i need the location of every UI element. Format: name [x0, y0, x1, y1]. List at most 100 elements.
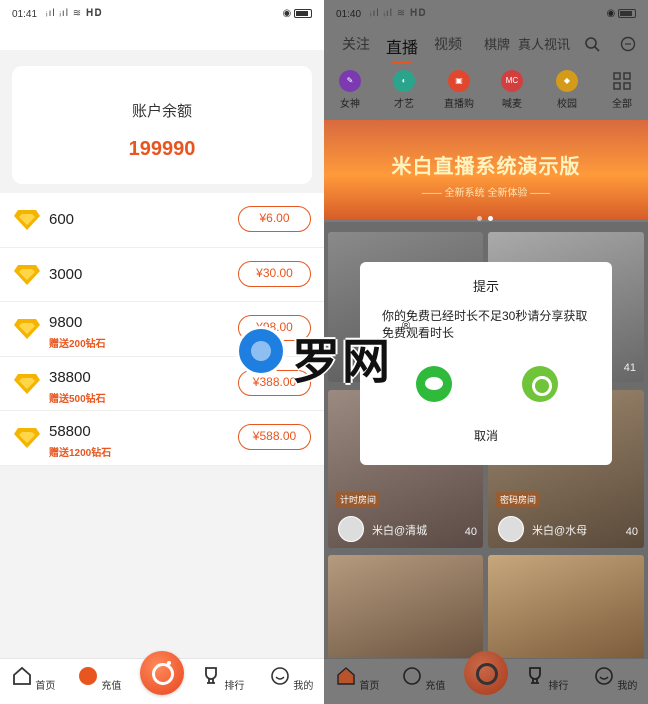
price-button[interactable]: ¥588.00 — [238, 424, 311, 450]
shop-icon: ▣ — [448, 70, 470, 92]
bonus-text: 赠送200钻石 — [49, 339, 106, 350]
grid-icon — [613, 72, 631, 90]
battery-icon: ◉ — [606, 8, 636, 19]
wechat-share-button[interactable] — [416, 366, 452, 402]
mc-icon: MC — [501, 70, 523, 92]
tab-ranking[interactable]: 排行 — [197, 665, 247, 692]
smile-icon — [270, 667, 289, 685]
cancel-button[interactable]: 取消 — [360, 427, 612, 444]
trophy-icon — [528, 667, 541, 684]
message-icon[interactable] — [620, 36, 636, 52]
diamond-amount: 9800 — [49, 314, 83, 331]
streamer-name: 米白@水母 — [532, 525, 588, 537]
tab-chess[interactable]: 棋牌 — [484, 34, 510, 53]
watermark-text: 罗网 — [292, 334, 393, 390]
diamond-icon — [14, 319, 40, 339]
stream-card[interactable] — [488, 555, 644, 660]
tab-recharge[interactable]: 充值 — [74, 665, 124, 692]
category-label: 喊麦 — [502, 99, 522, 110]
status-bar: 01:41 ᵢıl ᵢıl ≋ 𝐇𝐃 ◉ — [0, 0, 324, 30]
battery-icon: ◉ — [282, 8, 312, 19]
recharge-icon — [78, 667, 97, 685]
category-goddess[interactable]: ✎ 女神 — [328, 70, 372, 110]
trophy-icon — [204, 667, 217, 684]
tab-label: 我的 — [293, 681, 314, 692]
tab-profile[interactable]: 我的 — [266, 665, 316, 692]
tab-label: 首页 — [359, 681, 380, 692]
category-label: 女神 — [340, 99, 360, 110]
category-campus[interactable]: ◆ 校园 — [545, 70, 589, 110]
diamond-icon — [14, 373, 40, 394]
viewer-count: 40 — [464, 526, 477, 538]
avatar — [498, 516, 524, 542]
status-time: 01:41 — [12, 9, 38, 20]
promo-banner[interactable]: 米白直播系统演示版 —— 全新系统 全新体验 —— — [324, 120, 648, 221]
category-all[interactable]: 全部 — [600, 70, 644, 110]
signal-icons: ᵢıl ᵢıl ≋ 𝐇𝐃 — [370, 8, 427, 19]
status-bar: 01:40 ᵢıl ᵢıl ≋ 𝐇𝐃 ◉ — [324, 0, 648, 30]
tab-home[interactable]: 首页 — [332, 665, 382, 692]
recharge-option[interactable]: 3000 ¥30.00 — [0, 248, 324, 302]
diamond-amount: 38800 — [49, 368, 91, 386]
category-row: ✎ 女神 ◐ 才艺 ▣ 直播购 MC 喊麦 ◆ 校园 全部 — [324, 66, 648, 116]
diamond-amount: 58800 — [49, 423, 91, 440]
tab-label: 首页 — [35, 681, 56, 692]
go-live-button[interactable] — [464, 651, 508, 695]
streamer-name: 米白@清城 — [372, 525, 428, 537]
tab-live[interactable]: 直播 — [386, 34, 418, 64]
top-nav: 关注 直播 视频 棋牌 真人视讯 — [324, 28, 648, 64]
home-icon — [12, 666, 31, 685]
category-label: 才艺 — [394, 99, 414, 110]
moments-share-button[interactable] — [522, 366, 558, 402]
smile-icon — [594, 667, 613, 685]
recharge-option[interactable]: 600 ¥6.00 — [0, 193, 324, 248]
diamond-amount: 600 — [49, 211, 75, 228]
registered-mark: ® — [402, 320, 411, 332]
tab-label: 排行 — [548, 681, 569, 692]
bonus-text: 赠送1200钻石 — [49, 448, 112, 459]
stream-card[interactable] — [328, 555, 483, 660]
signal-icons: ᵢıl ᵢıl ≋ 𝐇𝐃 — [46, 8, 103, 19]
recharge-option[interactable]: 58800 赠送1200钻石 ¥588.00 — [0, 411, 324, 466]
tab-follow[interactable]: 关注 — [342, 34, 370, 54]
category-label: 校园 — [557, 99, 577, 110]
tab-home[interactable]: 首页 — [8, 665, 58, 692]
go-live-button[interactable] — [140, 651, 184, 695]
category-label: 直播购 — [444, 99, 474, 110]
tab-label: 充值 — [425, 681, 446, 692]
category-label: 全部 — [612, 99, 632, 110]
diamond-icon — [14, 210, 40, 230]
tab-label: 充值 — [101, 681, 122, 692]
tab-real-video[interactable]: 真人视讯 — [518, 34, 570, 53]
banner-subtitle: —— 全新系统 全新体验 —— — [421, 188, 551, 199]
tab-label: 我的 — [617, 681, 638, 692]
tab-video[interactable]: 视频 — [434, 34, 462, 54]
tab-ranking[interactable]: 排行 — [521, 665, 571, 692]
diamond-amount: 3000 — [49, 265, 83, 283]
diamond-icon — [14, 428, 40, 448]
avatar — [338, 516, 364, 542]
price-button[interactable]: ¥6.00 — [238, 206, 311, 232]
watermark-logo: 罗网 ® — [236, 318, 416, 390]
room-tag: 计时房间 — [336, 492, 381, 507]
search-icon[interactable] — [584, 36, 600, 52]
viewer-count: 41 — [623, 362, 636, 374]
tab-profile[interactable]: 我的 — [590, 665, 640, 692]
bottom-tab-bar: 首页 充值 排行 我的 — [324, 651, 648, 704]
home-icon — [336, 667, 355, 685]
bottom-tab-bar: 首页 充值 排行 我的 — [0, 651, 324, 704]
goddess-icon: ✎ — [339, 70, 361, 92]
recharge-icon — [402, 667, 421, 685]
dialog-title: 提示 — [472, 279, 499, 294]
price-button[interactable]: ¥30.00 — [238, 260, 311, 287]
bonus-text: 赠送500钻石 — [49, 393, 106, 405]
talent-icon: ◐ — [393, 70, 415, 92]
watermark-icon — [236, 326, 286, 376]
category-mc[interactable]: MC 喊麦 — [490, 70, 534, 110]
category-talent[interactable]: ◐ 才艺 — [382, 70, 426, 110]
tab-recharge[interactable]: 充值 — [398, 665, 448, 692]
campus-icon: ◆ — [556, 70, 578, 92]
tab-label: 排行 — [224, 681, 245, 692]
category-live-shop[interactable]: ▣ 直播购 — [437, 70, 481, 110]
viewer-count: 40 — [625, 526, 638, 538]
